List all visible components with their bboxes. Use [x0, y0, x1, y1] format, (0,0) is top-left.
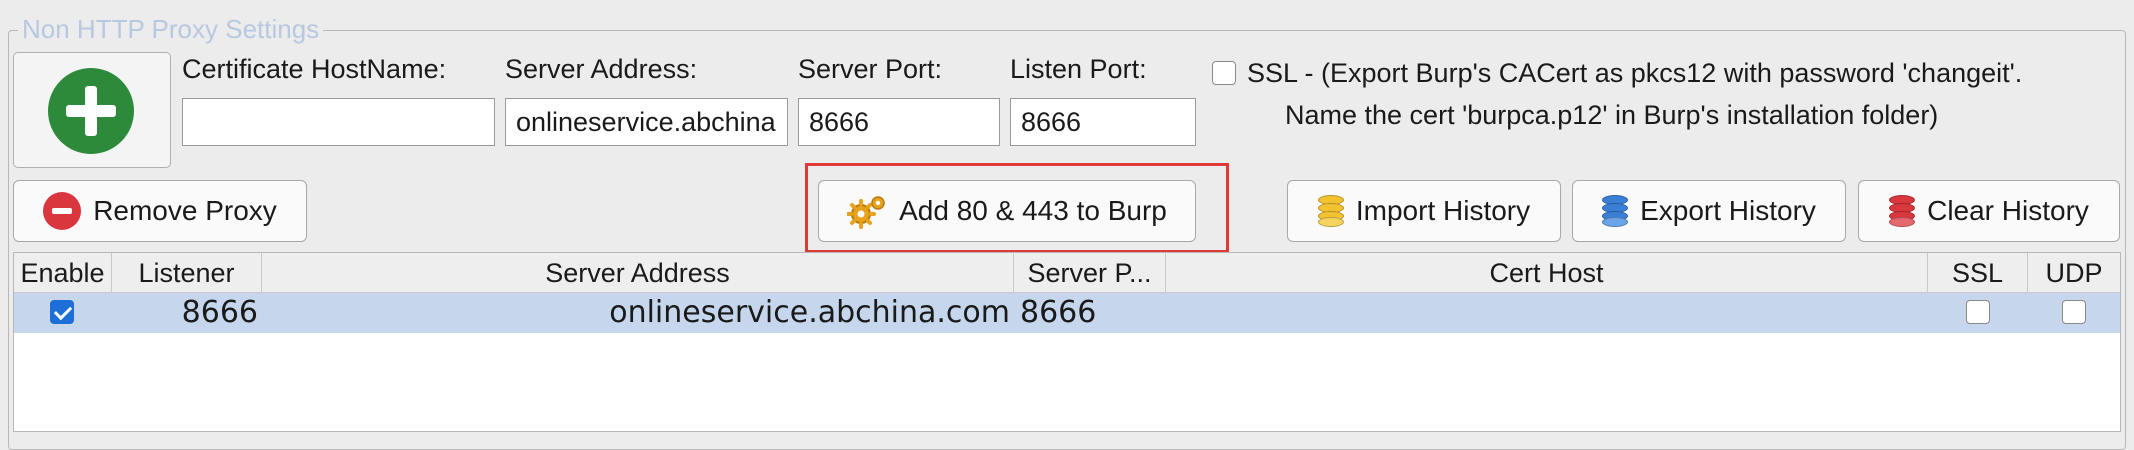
- export-history-button[interactable]: Export History: [1572, 180, 1846, 242]
- server-port-field[interactable]: 8666: [798, 98, 1000, 146]
- add-80-443-label: Add 80 & 443 to Burp: [899, 195, 1167, 226]
- plus-circle-icon: [48, 68, 134, 154]
- import-history-label: Import History: [1355, 195, 1531, 226]
- column-header-ssl[interactable]: SSL: [1928, 253, 2028, 293]
- listen-port-field[interactable]: 8666: [1010, 98, 1196, 146]
- udp-row-checkbox[interactable]: [2062, 300, 2086, 324]
- cert-hostname-label: Certificate HostName:: [182, 54, 447, 84]
- add-80-443-button[interactable]: Add 80 & 443 to Burp: [818, 180, 1196, 242]
- column-header-enable[interactable]: Enable: [14, 253, 112, 293]
- enable-checkbox[interactable]: [50, 300, 74, 324]
- server-address-field[interactable]: onlineservice.abchina: [505, 98, 788, 146]
- minus-circle-icon: [43, 192, 82, 230]
- remove-proxy-label: Remove Proxy: [93, 195, 277, 226]
- column-header-cert-host[interactable]: Cert Host: [1166, 253, 1928, 293]
- server-address-cell: onlineservice.abchina.com: [609, 295, 1010, 330]
- table-row[interactable]: 8666 onlineservice.abchina.com 8666: [14, 293, 2120, 333]
- listener-cell: 8666: [181, 295, 258, 330]
- ssl-checkbox[interactable]: [1212, 61, 1236, 85]
- column-header-server-port[interactable]: Server P...: [1014, 253, 1166, 293]
- import-history-button[interactable]: Import History: [1287, 180, 1561, 242]
- column-header-udp[interactable]: UDP: [2028, 253, 2120, 293]
- ssl-row-checkbox[interactable]: [1966, 300, 1990, 324]
- column-header-listener[interactable]: Listener: [112, 253, 262, 293]
- database-blue-icon: [1602, 195, 1629, 227]
- server-address-label: Server Address:: [505, 54, 698, 84]
- database-yellow-icon: [1317, 195, 1344, 227]
- clear-history-label: Clear History: [1927, 195, 2089, 226]
- group-title: Non HTTP Proxy Settings: [18, 14, 324, 45]
- server-port-label: Server Port:: [798, 54, 943, 84]
- remove-proxy-button[interactable]: Remove Proxy: [13, 180, 307, 242]
- ssl-description-line1: SSL - (Export Burp's CACert as pkcs12 wi…: [1247, 58, 2023, 88]
- ssl-description-line2: Name the cert 'burpca.p12' in Burp's ins…: [1285, 100, 1939, 130]
- database-red-icon: [1889, 195, 1916, 227]
- server-port-cell: 8666: [1020, 295, 1097, 330]
- cert-hostname-field[interactable]: [182, 98, 495, 146]
- listen-port-label: Listen Port:: [1010, 54, 1147, 84]
- column-header-server-address[interactable]: Server Address: [262, 253, 1014, 293]
- add-proxy-button[interactable]: [13, 52, 171, 168]
- gears-icon: [846, 193, 887, 229]
- proxy-table: Enable Listener Server Address Server P.…: [13, 252, 2121, 432]
- export-history-label: Export History: [1640, 195, 1816, 226]
- clear-history-button[interactable]: Clear History: [1858, 180, 2120, 242]
